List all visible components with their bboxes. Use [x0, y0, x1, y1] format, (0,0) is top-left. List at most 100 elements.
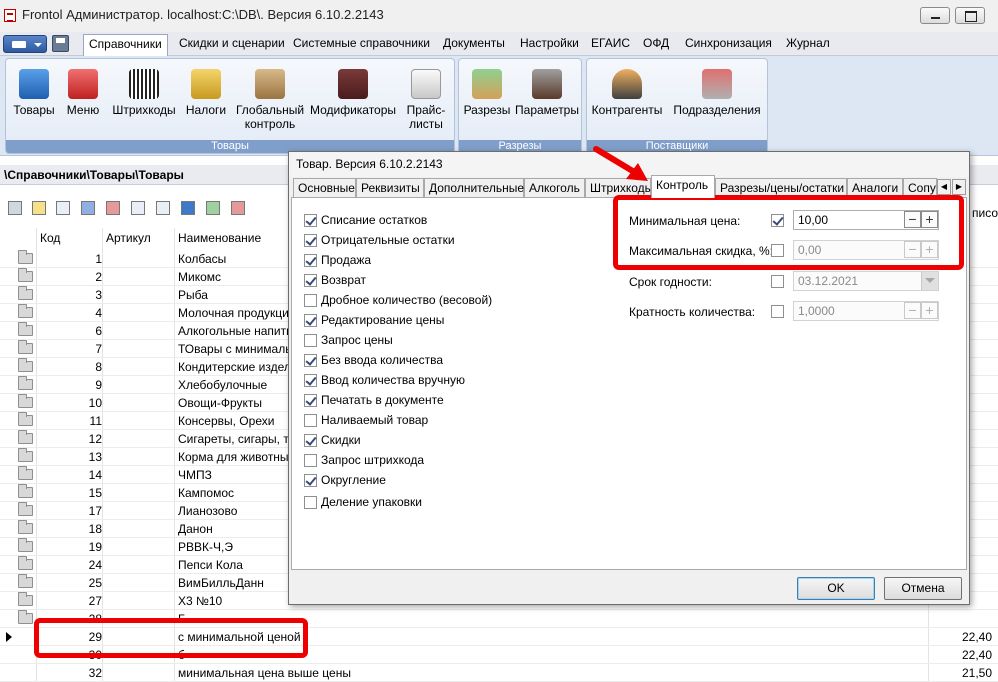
- checkbox-label: Запрос штрихкода: [321, 453, 425, 467]
- cell-code: 32: [88, 666, 102, 680]
- add-item-icon[interactable]: [131, 201, 145, 215]
- checkbox[interactable]: [304, 214, 317, 227]
- tab-requisites[interactable]: Реквизиты: [356, 178, 424, 197]
- global-control-button[interactable]: Глобальный контроль: [234, 61, 306, 131]
- collapse-icon[interactable]: [8, 201, 22, 215]
- filter-icon[interactable]: [206, 201, 220, 215]
- checkbox[interactable]: [304, 374, 317, 387]
- checkbox[interactable]: [304, 414, 317, 427]
- date-dropdown-icon[interactable]: [921, 272, 938, 290]
- increment-icon[interactable]: +: [921, 302, 938, 319]
- edit-icon[interactable]: [56, 201, 70, 215]
- checkbox[interactable]: [304, 334, 317, 347]
- goods-button[interactable]: Товары: [10, 61, 58, 117]
- cell-price: 22,40: [961, 648, 992, 662]
- checkbox[interactable]: [304, 474, 317, 487]
- cell-name: Овощи-Фрукты: [178, 396, 262, 410]
- counterparties-button[interactable]: Контрагенты: [589, 61, 665, 117]
- folder-icon: [18, 250, 33, 264]
- barcodes-button[interactable]: Штрихкоды: [108, 61, 180, 117]
- column-code[interactable]: Код: [40, 231, 60, 249]
- tab-spravochniki[interactable]: Справочники: [83, 34, 168, 56]
- price-lists-button[interactable]: Прайс- листы: [402, 61, 450, 131]
- cell-code: 9: [95, 378, 102, 392]
- tab-alcohol[interactable]: Алкоголь: [524, 178, 585, 197]
- tab-documents[interactable]: Документы: [443, 36, 505, 50]
- ok-button[interactable]: OK: [797, 577, 875, 600]
- copy-item-icon[interactable]: [156, 201, 170, 215]
- tab-system-refs[interactable]: Системные справочники: [293, 36, 430, 50]
- wine-icon: [338, 69, 368, 99]
- cell-code: 3: [95, 288, 102, 302]
- tab-sync[interactable]: Синхронизация: [685, 36, 772, 50]
- tab-scroll-left-icon[interactable]: ◀: [937, 179, 951, 195]
- tab-discounts[interactable]: Скидки и сценарии: [179, 36, 285, 50]
- tab-scroll-right-icon[interactable]: ▶: [952, 179, 966, 195]
- checkbox[interactable]: [304, 294, 317, 307]
- checkbox[interactable]: [304, 394, 317, 407]
- ribbon-group-suppliers: Контрагенты Подразделения Поставщики: [586, 58, 768, 154]
- box-icon: [255, 69, 285, 99]
- checkbox[interactable]: [304, 354, 317, 367]
- cell-code: 11: [89, 414, 102, 428]
- delete-group-icon[interactable]: [106, 201, 120, 215]
- checkbox[interactable]: [304, 314, 317, 327]
- cell-code: 13: [88, 450, 102, 464]
- column-article[interactable]: Артикул: [106, 231, 151, 249]
- field-enable-checkbox[interactable]: [771, 275, 784, 288]
- cell-code: 2: [95, 270, 102, 284]
- cancel-button[interactable]: Отмена: [884, 577, 962, 600]
- cell-name: РВВК-Ч,Э: [178, 540, 233, 554]
- barcode-icon: [129, 69, 159, 99]
- checkbox[interactable]: [304, 234, 317, 247]
- cell-name: Колбасы: [178, 252, 227, 266]
- modifiers-button[interactable]: Модификаторы: [308, 61, 398, 117]
- subdivisions-button[interactable]: Подразделения: [669, 61, 765, 117]
- menu-button[interactable]: Меню: [62, 61, 104, 117]
- window-title: Frontol Администратор. localhost:C:\DB\.…: [22, 7, 384, 22]
- ribbon-group-sections: Разрезы Параметры Разрезы: [458, 58, 582, 154]
- add-group-icon[interactable]: [81, 201, 95, 215]
- folder-icon: [18, 430, 33, 444]
- maximize-button[interactable]: [955, 7, 985, 24]
- checkbox[interactable]: [304, 274, 317, 287]
- menu-icon: [68, 69, 98, 99]
- checkbox[interactable]: [304, 496, 317, 509]
- cell-code: 1: [95, 252, 102, 266]
- save-icon[interactable]: [52, 35, 69, 52]
- clear-filter-icon[interactable]: [231, 201, 245, 215]
- folder-icon: [18, 448, 33, 462]
- cell-price: 21,50: [961, 666, 992, 680]
- tab-control[interactable]: Контроль: [651, 175, 715, 198]
- column-name[interactable]: Наименование: [178, 231, 261, 249]
- table-row[interactable]: 32 минимальная цена выше цены 21,50: [0, 664, 998, 682]
- field-enable-checkbox[interactable]: [771, 305, 784, 318]
- tab-basic[interactable]: Основные: [293, 178, 356, 197]
- folder-icon: [18, 502, 33, 516]
- bottles-icon: [19, 69, 49, 99]
- checkbox-label: Отрицательные остатки: [321, 233, 455, 247]
- tab-settings[interactable]: Настройки: [520, 36, 579, 50]
- tab-egais[interactable]: ЕГАИС: [591, 36, 630, 50]
- taxes-button[interactable]: Налоги: [182, 61, 230, 117]
- tab-ofd[interactable]: ОФД: [643, 36, 669, 50]
- folder-icon: [18, 556, 33, 570]
- sections-button[interactable]: Разрезы: [461, 61, 513, 117]
- folder-icon: [18, 574, 33, 588]
- checkbox[interactable]: [304, 454, 317, 467]
- decrement-icon[interactable]: −: [904, 302, 921, 319]
- app-menu-button[interactable]: [3, 35, 47, 53]
- tab-journal[interactable]: Журнал: [786, 36, 830, 50]
- expand-icon[interactable]: [32, 201, 46, 215]
- checkbox-label: Редактирование цены: [321, 313, 445, 327]
- cell-name: Молочная продукция: [178, 306, 296, 320]
- checkbox[interactable]: [304, 254, 317, 267]
- checkbox[interactable]: [304, 434, 317, 447]
- parameters-button[interactable]: Параметры: [515, 61, 579, 117]
- tab-additional[interactable]: Дополнительные: [424, 178, 524, 197]
- store-icon: [702, 69, 732, 99]
- field-input[interactable]: 03.12.2021: [793, 271, 939, 291]
- minimize-button[interactable]: [920, 7, 950, 24]
- refresh-icon[interactable]: [181, 201, 195, 215]
- highlight-price-fields: [613, 195, 964, 270]
